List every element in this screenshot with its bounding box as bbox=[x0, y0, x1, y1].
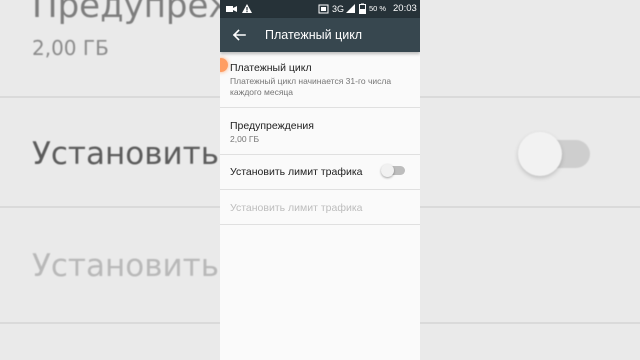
toolbar: Платежный цикл bbox=[220, 18, 420, 52]
setting-data-limit-disabled: Установить лимит трафика bbox=[220, 190, 420, 224]
setting-title: Предупреждения bbox=[230, 120, 314, 132]
setting-summary: 2,00 ГБ bbox=[230, 134, 260, 144]
page-title: Платежный цикл bbox=[265, 28, 363, 42]
battery-icon bbox=[359, 0, 366, 18]
video-camera-icon bbox=[226, 0, 238, 18]
status-bar: 3G 50 % 20:03 bbox=[220, 0, 420, 18]
setting-billing-cycle[interactable]: Платежный цикл Платежный цикл начинается… bbox=[220, 52, 420, 108]
setting-title: Платежный цикл bbox=[230, 62, 312, 74]
clock: 20:03 bbox=[393, 3, 417, 14]
phone-screen: 3G 50 % 20:03 Платежный цикл Платежный ц… bbox=[220, 0, 420, 360]
cast-icon bbox=[318, 0, 329, 18]
back-arrow-icon[interactable] bbox=[230, 26, 248, 44]
setting-warnings[interactable]: Предупреждения 2,00 ГБ bbox=[220, 108, 420, 154]
touch-indicator bbox=[220, 58, 228, 72]
battery-percent: 50 % bbox=[369, 4, 387, 13]
warning-icon bbox=[242, 0, 252, 18]
setting-title-disabled: Установить лимит трафика bbox=[230, 202, 363, 214]
signal-icon bbox=[346, 0, 356, 18]
network-type: 3G bbox=[332, 4, 345, 14]
data-limit-switch-thumb[interactable] bbox=[381, 164, 394, 177]
divider bbox=[220, 224, 420, 225]
setting-summary: Платежный цикл начинается 31-го числа ка… bbox=[230, 76, 392, 97]
setting-title: Установить лимит трафика bbox=[230, 166, 363, 178]
